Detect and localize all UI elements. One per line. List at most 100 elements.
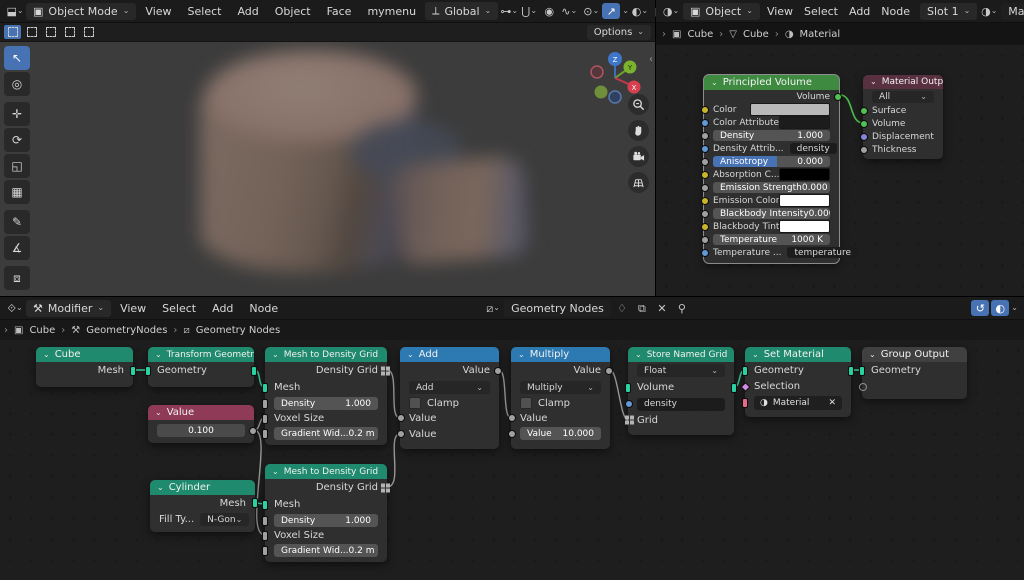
temperature-attribute-socket[interactable]: [701, 249, 709, 257]
temperature-socket[interactable]: [701, 236, 709, 244]
value1-input-socket[interactable]: [508, 414, 516, 422]
tool-rotate-button[interactable]: ⟳: [4, 128, 30, 152]
menu-add[interactable]: Add: [230, 3, 265, 20]
volume-output-socket[interactable]: [834, 93, 842, 101]
node-mesh-to-density-grid-1[interactable]: ⌄ Mesh to Density Grid Density Grid Mesh…: [265, 347, 387, 445]
voxel-size-input-socket[interactable]: [262, 414, 268, 424]
node-mesh-to-density-grid-2[interactable]: ⌄ Mesh to Density Grid Density Grid Mesh…: [265, 464, 387, 562]
menu-view[interactable]: View: [138, 3, 178, 20]
collapse-chevron-icon[interactable]: ⌄: [869, 351, 876, 359]
node-transform-geometry[interactable]: ⌄ Transform Geometry Geometry: [148, 347, 254, 387]
target-dropdown[interactable]: All ⌄: [872, 91, 934, 103]
collapse-chevron-icon[interactable]: ⌄: [870, 78, 877, 86]
grid-input-socket[interactable]: [625, 416, 634, 425]
pan-button[interactable]: [628, 120, 649, 141]
color-attribute-socket[interactable]: [701, 119, 709, 127]
menu-add[interactable]: Add: [205, 300, 240, 317]
breadcrumb-material[interactable]: Material: [800, 29, 841, 40]
density-grid-output-socket[interactable]: [381, 483, 390, 492]
blackbody-tint-swatch[interactable]: [779, 220, 830, 233]
collapse-chevron-icon[interactable]: ⌄: [518, 351, 525, 359]
collapse-chevron-icon[interactable]: ⌄: [711, 79, 718, 87]
node-header[interactable]: ⌄ Group Output: [862, 347, 967, 362]
panel-toggle-icon[interactable]: ›: [4, 325, 8, 336]
node-tree-name-field[interactable]: Geometry Nodes: [504, 300, 611, 317]
volume-output-socket[interactable]: [731, 383, 737, 393]
magnet-button[interactable]: ⋃ ⌄: [520, 3, 538, 19]
select-mode-set-button[interactable]: [4, 25, 21, 39]
menu-select[interactable]: Select: [181, 3, 229, 20]
data-type-dropdown[interactable]: Float ⌄: [637, 364, 725, 377]
new-node-tree-button[interactable]: ⧉: [633, 300, 651, 316]
density-input-socket[interactable]: [262, 516, 268, 526]
emission-strength-slider[interactable]: Emission Strength 0.000: [713, 182, 830, 193]
shader-type-dropdown[interactable]: ▣ Object ⌄: [683, 3, 760, 20]
select-mode-intersect-button[interactable]: [80, 25, 97, 39]
snapping-button[interactable]: ↗: [602, 3, 620, 19]
select-mode-subtract-button[interactable]: [42, 25, 59, 39]
geometry-canvas[interactable]: ⌄ Cube Mesh ⌄ Transform Geometry Geometr…: [0, 340, 1024, 580]
node-store-named-grid[interactable]: ⌄ Store Named Grid Float ⌄ Volume: [628, 347, 734, 435]
falloff-button[interactable]: ∿ ⌄: [560, 3, 578, 19]
virtual-input-socket[interactable]: [859, 383, 867, 391]
node-header[interactable]: ⌄ Mesh to Density Grid: [265, 464, 387, 479]
sidebar-toggle-icon[interactable]: ‹: [649, 54, 653, 65]
color-attribute-field[interactable]: [779, 116, 830, 129]
tool-cursor-button[interactable]: ◎: [4, 72, 30, 96]
collapse-chevron-icon[interactable]: ⌄: [635, 351, 642, 359]
menu-node[interactable]: Node: [242, 300, 285, 317]
pivot-point-button[interactable]: ⊙ ⌄: [582, 3, 600, 19]
panel-toggle-icon[interactable]: ›: [662, 29, 666, 40]
node-tree-browse-button[interactable]: ⧄ ⌄: [484, 300, 502, 316]
material-selector[interactable]: ◑ Material ✕: [754, 396, 842, 410]
node-header[interactable]: ⌄ Principled Volume: [704, 75, 839, 90]
density-slider[interactable]: Density 1.000: [713, 130, 830, 141]
fill-type-dropdown[interactable]: N-Gon ⌄: [200, 513, 249, 526]
context-dropdown[interactable]: ⚒ Modifier ⌄: [26, 300, 111, 317]
node-header[interactable]: ⌄ Value: [148, 405, 254, 420]
node-header[interactable]: ⌄ Set Material: [745, 347, 851, 362]
grid-name-field[interactable]: density: [637, 398, 725, 411]
transform-orientation-dropdown[interactable]: ⟂ Global ⌄: [425, 2, 498, 20]
node-group-output[interactable]: ⌄ Group Output Geometry: [862, 347, 967, 399]
collapse-chevron-icon[interactable]: ⌄: [272, 468, 279, 476]
volume-input-socket[interactable]: [625, 383, 631, 393]
density-slider[interactable]: Density 1.000: [274, 514, 378, 527]
node-header[interactable]: ⌄ Store Named Grid: [628, 347, 734, 362]
node-cube[interactable]: ⌄ Cube Mesh: [36, 347, 133, 387]
menu-view[interactable]: View: [763, 3, 797, 20]
selection-input-socket[interactable]: [741, 382, 751, 392]
geometry-input-socket[interactable]: [145, 366, 151, 376]
color-socket[interactable]: [701, 106, 709, 114]
collapse-chevron-icon[interactable]: ⌄: [43, 351, 50, 359]
geometry-input-socket[interactable]: [742, 366, 748, 376]
node-value[interactable]: ⌄ Value 0.100: [148, 405, 254, 443]
gradient-width-slider[interactable]: Gradient Wid... 0.2 m: [274, 427, 378, 440]
blackbody-intensity-socket[interactable]: [701, 210, 709, 218]
fake-user-button[interactable]: ♢: [613, 300, 631, 316]
geometry-output-socket[interactable]: [251, 366, 257, 376]
blackbody-tint-socket[interactable]: [701, 223, 709, 231]
proportional-falloff-button[interactable]: ◐ ⌄: [631, 3, 649, 19]
collapse-chevron-icon[interactable]: ⌄: [155, 351, 162, 359]
editor-type-geometry-button[interactable]: ⟐ ⌄: [6, 300, 24, 316]
operation-dropdown[interactable]: Multiply ⌄: [520, 381, 601, 394]
anisotropy-slider[interactable]: Anisotropy 0.000: [713, 156, 830, 167]
select-mode-invert-button[interactable]: [61, 25, 78, 39]
menu-object[interactable]: Object: [268, 3, 318, 20]
value2-slider[interactable]: Value 10.000: [520, 427, 601, 440]
node-header[interactable]: ⌄ Cylinder: [150, 480, 255, 495]
tool-measure-button[interactable]: ∡: [4, 236, 30, 260]
value-output-socket[interactable]: [494, 367, 502, 375]
node-header[interactable]: ⌄ Cube: [36, 347, 133, 362]
tool-select-box-button[interactable]: ↖: [4, 46, 30, 70]
node-set-material[interactable]: ⌄ Set Material Geometry Selection ◑ M: [745, 347, 851, 417]
menu-select[interactable]: Select: [155, 300, 203, 317]
select-mode-extend-button[interactable]: [23, 25, 40, 39]
value-output-socket[interactable]: [249, 427, 257, 435]
value2-input-socket[interactable]: [508, 430, 516, 438]
shader-canvas[interactable]: ⌄ Principled Volume Volume Color Color A…: [656, 45, 1024, 297]
node-header[interactable]: ⌄ Multiply: [511, 347, 610, 362]
node-principled-volume[interactable]: ⌄ Principled Volume Volume Color Color A…: [704, 75, 839, 263]
anisotropy-socket[interactable]: [701, 158, 709, 166]
